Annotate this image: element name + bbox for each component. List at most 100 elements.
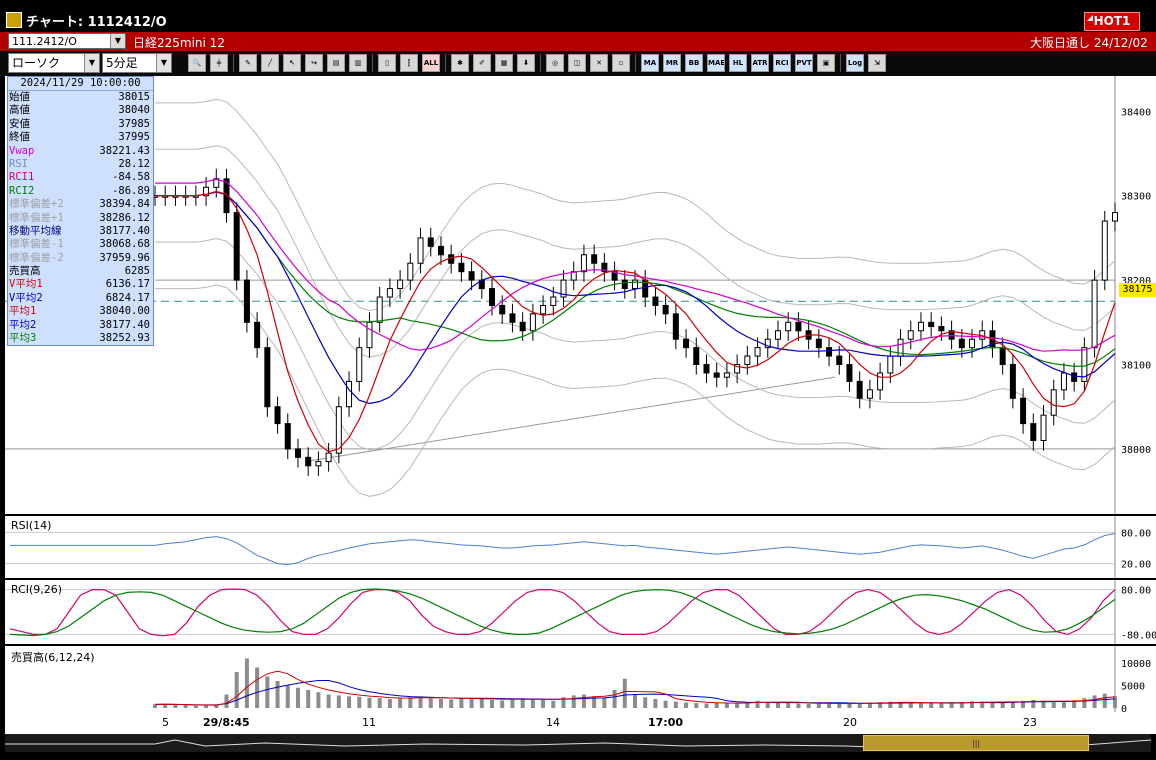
toolbar-mae-button[interactable]: MAE bbox=[707, 54, 725, 72]
blank-icon[interactable]: ▫ bbox=[612, 54, 630, 72]
volume-bar bbox=[387, 699, 392, 708]
toolbar-bb-button[interactable]: BB bbox=[685, 54, 703, 72]
volume-bar bbox=[469, 697, 474, 708]
volume-bar bbox=[806, 703, 811, 708]
info-label: Vwap bbox=[9, 144, 35, 157]
toolbar-mr-button[interactable]: MR bbox=[663, 54, 681, 72]
info-value: 38286.12 bbox=[99, 211, 150, 224]
crosshair-icon[interactable]: ╪ bbox=[210, 54, 228, 72]
chevron-down-icon[interactable]: ▼ bbox=[110, 34, 125, 48]
toolbar-pvt-button[interactable]: PVT bbox=[795, 54, 813, 72]
chart-type-select[interactable]: ローソク ▼ bbox=[8, 53, 100, 73]
line-tool-icon[interactable]: ╱ bbox=[261, 54, 279, 72]
candle-body bbox=[591, 254, 598, 264]
color-icon[interactable]: ▦ bbox=[495, 54, 513, 72]
brush-icon[interactable]: ✐ bbox=[473, 54, 491, 72]
volume-chart[interactable]: 10000 5000 0 bbox=[5, 646, 1156, 715]
toolbar-separator bbox=[445, 54, 446, 72]
candle-body bbox=[856, 380, 863, 399]
export-icon[interactable]: ⇲ bbox=[868, 54, 886, 72]
toolbar-ma-button[interactable]: MA bbox=[641, 54, 659, 72]
scroll-thumb[interactable]: ||| bbox=[863, 735, 1089, 751]
volume-bar bbox=[510, 699, 515, 708]
frame-icon[interactable]: ▣ bbox=[817, 54, 835, 72]
bollinger-band-line bbox=[155, 284, 1116, 497]
rsi-chart[interactable]: 20.00 80.00 bbox=[5, 516, 1156, 578]
info-row: 標準偏差-2 37959.96 bbox=[8, 252, 153, 265]
toolbar-rci-button[interactable]: RCI bbox=[773, 54, 791, 72]
info-value: 38394.84 bbox=[99, 198, 150, 211]
price-pane[interactable]: 38000 38100 38200 38300 38400 2024/11/29 10:… bbox=[5, 76, 1156, 516]
chart-scrollbar[interactable]: ||| bbox=[5, 734, 1151, 752]
bollinger-band-line bbox=[155, 145, 1116, 358]
rci-pane[interactable]: 80.00 -80.00 RCI(9,26) bbox=[5, 580, 1156, 646]
settings-icon[interactable]: ✱ bbox=[451, 54, 469, 72]
rsi-pane[interactable]: 20.00 80.00 RSI(14) bbox=[5, 516, 1156, 580]
interval-select[interactable]: 5分足 ▼ bbox=[102, 53, 172, 73]
y-tick-label: 38000 bbox=[1121, 445, 1151, 456]
candle-body bbox=[662, 304, 669, 315]
volume-bar bbox=[775, 702, 780, 708]
bars-icon[interactable]: ┇ bbox=[400, 54, 418, 72]
chevron-down-icon[interactable]: ▼ bbox=[156, 54, 171, 72]
candle-body bbox=[815, 338, 822, 349]
redo-icon[interactable]: ↪ bbox=[305, 54, 323, 72]
candle-body bbox=[376, 296, 383, 323]
volume-pane[interactable]: 10000 5000 0 売買高(6,12,24) bbox=[5, 646, 1156, 715]
toolbar-separator bbox=[540, 54, 541, 72]
chart-alert-icon[interactable]: ◫ bbox=[568, 54, 586, 72]
volume-tick-label: 0 bbox=[1121, 704, 1127, 712]
candle-body bbox=[509, 313, 516, 323]
volume-bar bbox=[306, 690, 311, 708]
candle-body bbox=[713, 372, 720, 378]
cursor-icon[interactable]: ↖ bbox=[283, 54, 301, 72]
symbol-combo[interactable]: 111.2412/O ▼ bbox=[8, 33, 126, 49]
candle-body bbox=[540, 304, 547, 315]
volume-bar bbox=[816, 703, 821, 708]
candle-body bbox=[928, 321, 935, 328]
zoom-icon[interactable]: 🔍 bbox=[188, 54, 206, 72]
find-icon[interactable]: ◎ bbox=[546, 54, 564, 72]
volume-bar bbox=[612, 690, 617, 708]
volume-bar bbox=[633, 694, 637, 708]
x-tick-label: 5 bbox=[162, 716, 169, 729]
cross-icon[interactable]: ✕ bbox=[590, 54, 608, 72]
pen-icon[interactable]: ✎ bbox=[239, 54, 257, 72]
arrow-down-icon[interactable]: ⬇ bbox=[517, 54, 535, 72]
trash-icon[interactable]: ▥ bbox=[349, 54, 367, 72]
candle-body bbox=[519, 321, 526, 332]
toolbar-hl-button[interactable]: HL bbox=[729, 54, 747, 72]
info-row: Vwap 38221.43 bbox=[8, 145, 153, 158]
toolbar-log-button[interactable]: Log bbox=[846, 54, 864, 72]
info-value: 38040.00 bbox=[99, 305, 150, 318]
volume-bar bbox=[1051, 702, 1056, 708]
info-label: 標準偏差+1 bbox=[9, 211, 64, 224]
chevron-down-icon[interactable]: ▼ bbox=[84, 54, 99, 72]
volume-bar bbox=[1000, 702, 1005, 708]
grip-icon: ||| bbox=[972, 739, 981, 748]
toolbar-all-button[interactable]: ALL bbox=[422, 54, 440, 72]
candle-body bbox=[1020, 397, 1027, 425]
candle-body bbox=[243, 279, 250, 323]
rci-chart[interactable]: 80.00 -80.00 bbox=[5, 580, 1156, 644]
price-chart[interactable]: 3800038100382003830038400 bbox=[5, 76, 1156, 514]
candle-body bbox=[356, 347, 363, 382]
candle-body bbox=[632, 279, 638, 290]
candle-body bbox=[489, 288, 496, 306]
info-row: 平均3 38252.93 bbox=[8, 332, 153, 345]
info-value: 37959.96 bbox=[99, 251, 150, 264]
candle-body bbox=[448, 254, 455, 264]
chart-area[interactable]: 38000 38100 38200 38300 38400 2024/11/29 10:… bbox=[5, 76, 1156, 715]
candle-body bbox=[1040, 414, 1047, 441]
toolbar-atr-button[interactable]: ATR bbox=[751, 54, 769, 72]
candle-icon[interactable]: ▯ bbox=[378, 54, 396, 72]
note-icon[interactable]: ▤ bbox=[327, 54, 345, 72]
candle-body bbox=[774, 330, 781, 340]
candle-body bbox=[887, 355, 894, 374]
x-tick-label: 11 bbox=[362, 716, 376, 729]
hot-button[interactable]: HOT1 bbox=[1084, 12, 1140, 31]
info-label: 平均1 bbox=[9, 305, 37, 318]
volume-bar bbox=[204, 705, 209, 708]
symbol-code: 111.2412/O bbox=[12, 35, 77, 48]
x-axis: 5 29/8:45 11 14 17:00 20 23 bbox=[5, 712, 1156, 734]
